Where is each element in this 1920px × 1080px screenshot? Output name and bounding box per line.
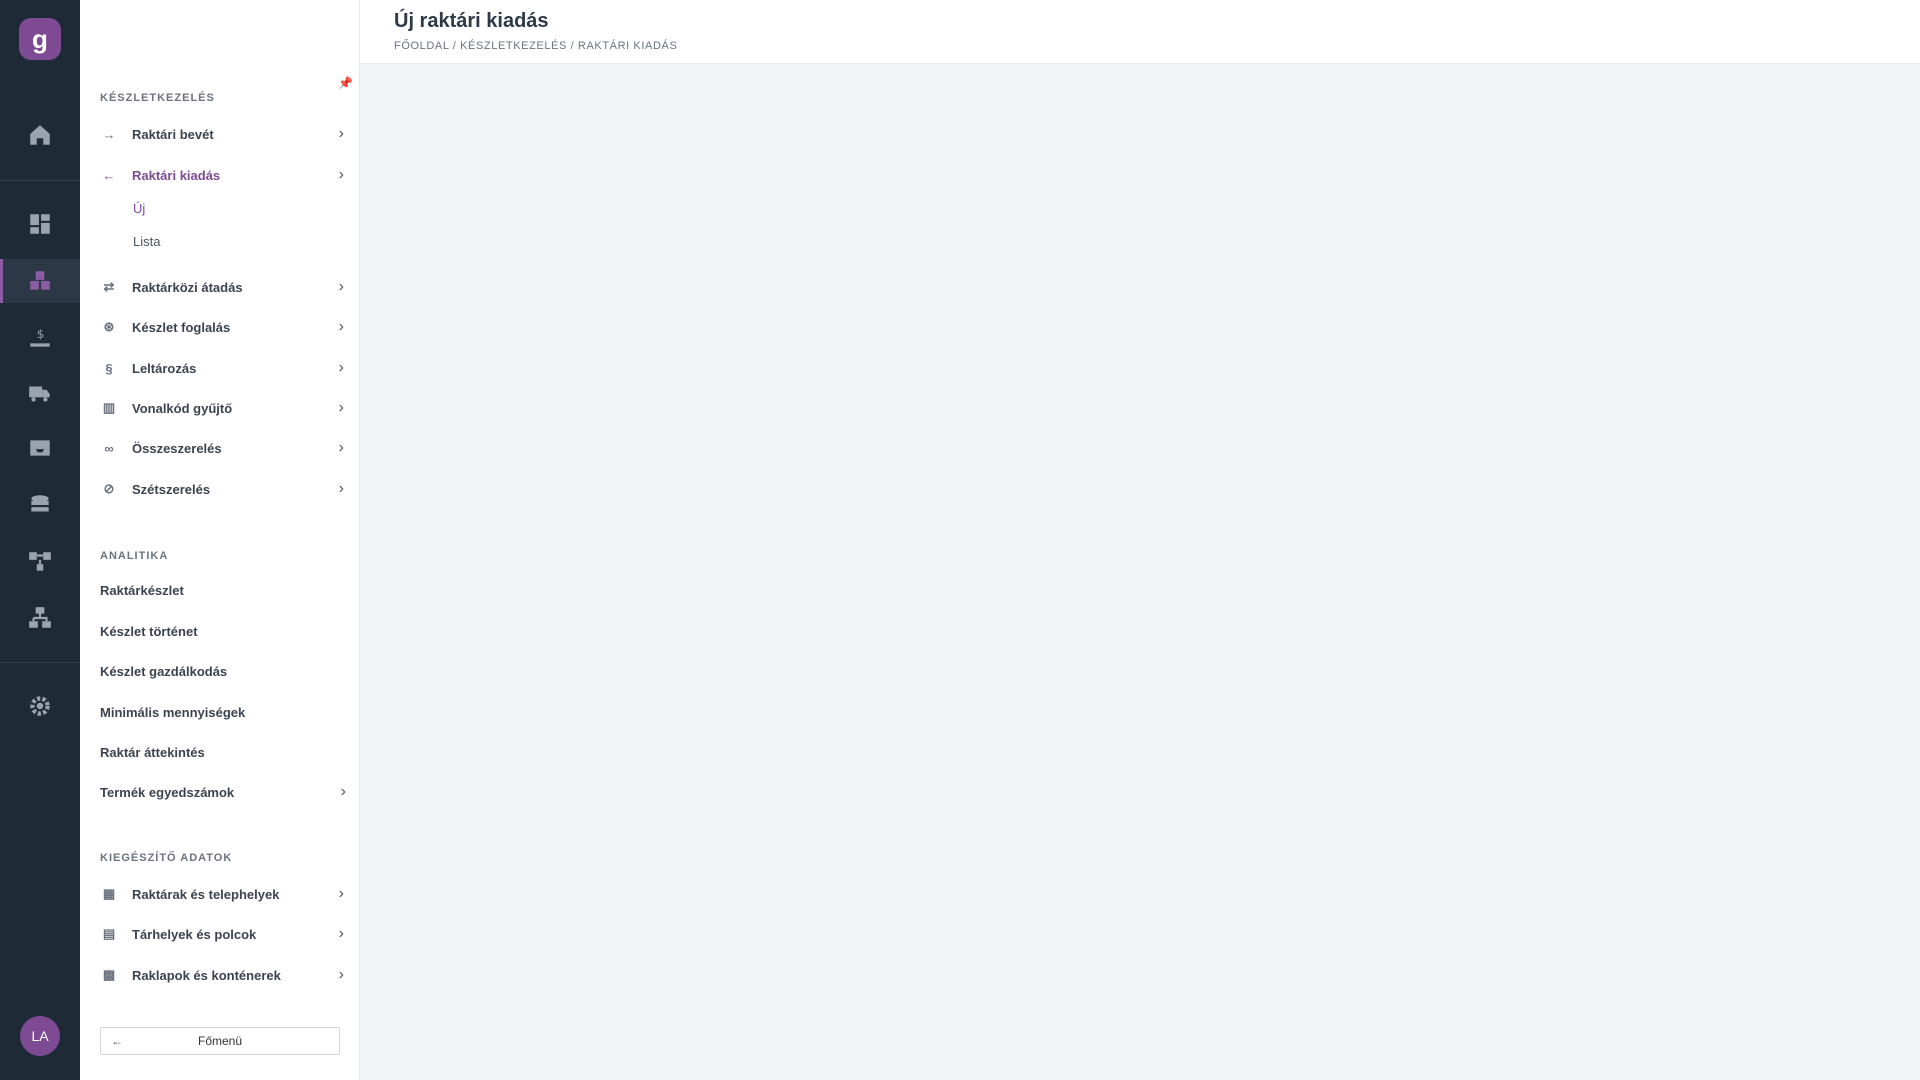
shelf-icon: ▤ (102, 926, 116, 941)
sidebar-item-leltarozas[interactable]: § Leltározás › (98, 351, 344, 385)
link-icon: ∞ (104, 440, 114, 456)
top-header: Új raktári kiadás FŐOLDAL / KÉSZLETKEZEL… (360, 0, 1920, 64)
sidebar-item-raktarak[interactable]: ▦ Raktárak és telephelyek › (98, 877, 344, 911)
chevron-right-icon: › (338, 885, 344, 902)
main-menu-button[interactable]: ← Főmenü (100, 1027, 340, 1055)
sidebar-item-raktarkozi-atadas[interactable]: ⇄ Raktárközi átadás › (98, 270, 344, 304)
svg-text:$: $ (37, 327, 45, 341)
transfer-icon: ⇄ (103, 279, 115, 294)
warehouse-icon: ▦ (102, 886, 116, 901)
sidebar-item-osszeszereles[interactable]: ∞ Összeszerelés › (98, 431, 344, 465)
chevron-right-icon: › (338, 318, 344, 335)
coins-icon[interactable] (0, 483, 80, 527)
sidebar-item-raktar-attekintes[interactable]: Raktár áttekintés (100, 735, 346, 769)
pin-icon[interactable]: 📌 (338, 76, 353, 90)
page-title: Új raktári kiadás (394, 10, 549, 32)
chevron-right-icon: › (338, 439, 344, 456)
chevron-right-icon: › (340, 783, 346, 800)
sidebar-item-minimalis-mennyisegek[interactable]: Minimális mennyiségek (100, 695, 346, 729)
unlink-icon: ⊘ (103, 481, 115, 496)
chevron-right-icon: › (338, 278, 344, 295)
gear-icon[interactable] (0, 684, 80, 728)
breadcrumb[interactable]: FŐOLDAL / KÉSZLETKEZELÉS / RAKTÁRI KIADÁ… (394, 40, 677, 52)
workflow-icon[interactable] (0, 540, 80, 584)
sidebar-item-raktari-bevet[interactable]: → Raktári bevét › (98, 117, 345, 151)
sidebar: KÉSZLETKEZELÉS 📌 → Raktári bevét › ← Raktár… (80, 0, 360, 1080)
org-chart-icon[interactable] (0, 596, 80, 640)
chevron-right-icon: › (338, 359, 344, 376)
sidebar-item-termek-egyedszamok[interactable]: Termék egyedszámok › (100, 775, 346, 809)
rail-divider (0, 662, 80, 663)
chevron-right-icon: › (338, 966, 344, 983)
arrow-right-icon: → (102, 126, 116, 142)
rail-divider (0, 180, 80, 181)
app-rail: g $ LA (0, 0, 80, 1080)
chevron-right-icon: › (338, 399, 344, 416)
home-icon[interactable] (0, 113, 80, 157)
sidebar-item-vonalkod-gyujto[interactable]: ▥ Vonalkód gyűjtő › (98, 391, 344, 425)
sidebar-subitem-uj[interactable]: Új (133, 201, 145, 216)
pallet-icon: ▩ (102, 967, 116, 982)
sidebar-item-szetszereles[interactable]: ⊘ Szétszerelés › (98, 472, 344, 506)
chevron-right-icon: › (338, 166, 344, 183)
finance-icon[interactable]: $ (0, 316, 80, 360)
user-avatar[interactable]: LA (20, 1016, 60, 1056)
sidebar-item-keszlet-gazdalkodas[interactable]: Készlet gazdálkodás (100, 654, 346, 688)
sidebar-section-title: KÉSZLETKEZELÉS (100, 92, 215, 104)
sidebar-item-keszlet-foglalas[interactable]: ⊛ Készlet foglalás › (98, 310, 344, 344)
sidebar-section-title: ANALITIKA (100, 550, 169, 562)
sidebar-item-tarhelyek[interactable]: ▤ Tárhelyek és polcok › (98, 917, 344, 951)
truck-icon[interactable] (0, 371, 80, 415)
reserve-icon: ⊛ (103, 319, 115, 334)
chevron-right-icon: › (338, 480, 344, 497)
dashboard-icon[interactable] (0, 202, 80, 246)
sidebar-section-title: KIEGÉSZÍTŐ ADATOK (100, 852, 233, 864)
chevron-right-icon: › (338, 125, 344, 142)
sidebar-item-raklapok[interactable]: ▩ Raklapok és konténerek › (98, 958, 344, 992)
sidebar-subitem-lista[interactable]: Lista (133, 234, 160, 249)
chevron-right-icon: › (338, 925, 344, 942)
app-logo[interactable]: g (19, 18, 61, 60)
sidebar-item-keszlet-tortenet[interactable]: Készlet történet (100, 614, 346, 648)
inbox-icon[interactable] (0, 426, 80, 470)
route-icon: § (105, 360, 113, 376)
sidebar-item-raktarkeszlet[interactable]: Raktárkészlet (100, 573, 346, 607)
barcode-icon: ▥ (102, 400, 116, 415)
arrow-left-icon: ← (102, 167, 116, 183)
sidebar-item-raktari-kiadas[interactable]: ← Raktári kiadás › (98, 158, 345, 192)
inventory-icon[interactable] (0, 259, 80, 303)
arrow-left-icon: ← (111, 1034, 123, 1048)
